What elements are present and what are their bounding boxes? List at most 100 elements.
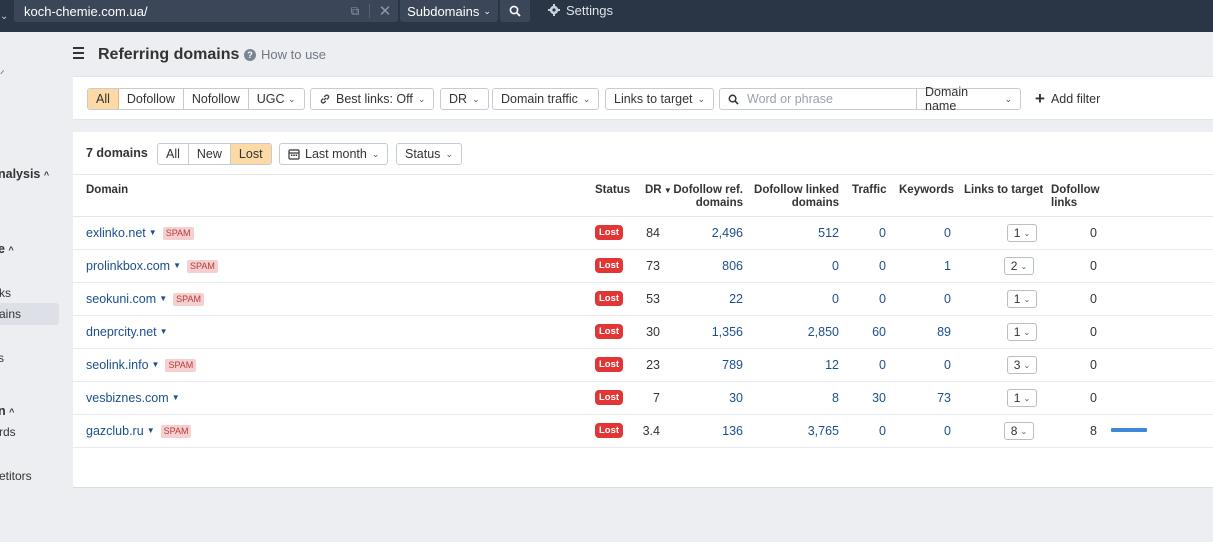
dofollow-linked-domains-value[interactable]: 512 [818, 225, 839, 241]
search-icon [509, 5, 521, 17]
domain-link[interactable]: dneprcity.net ▼ [86, 324, 168, 340]
col-status[interactable]: Status [595, 184, 630, 197]
domain-link[interactable]: vesbiznes.com ▼ [86, 390, 180, 406]
dofollow-linked-domains-value[interactable]: 0 [832, 258, 839, 274]
domain-link[interactable]: seokuni.com ▼ SPAM [86, 291, 204, 307]
links-to-target-select[interactable]: 1 ⌄ [1007, 224, 1037, 242]
traffic-value[interactable]: 30 [872, 390, 886, 406]
tab-all[interactable]: All [158, 144, 189, 164]
col-traffic[interactable]: Traffic [852, 184, 887, 197]
search-button[interactable] [500, 0, 530, 22]
period-select[interactable]: Last month ⌄ [279, 143, 389, 165]
status-filter[interactable]: Status ⌄ [396, 143, 462, 165]
keywords-value[interactable]: 1 [944, 258, 951, 274]
dofollow-ref-domains-value[interactable]: 789 [722, 357, 743, 373]
dofollow-linked-domains-value[interactable]: 3,765 [808, 423, 839, 439]
caret-down-icon[interactable]: ▼ [147, 423, 155, 439]
links-to-target-select[interactable]: 1 ⌄ [1007, 389, 1037, 407]
caret-down-icon[interactable]: ▼ [149, 225, 157, 241]
external-link-icon[interactable]: ⧉ [343, 4, 367, 19]
links-to-target-select[interactable]: 2 ⌄ [1004, 257, 1034, 275]
url-input[interactable]: koch-chemie.com.ua/ [24, 4, 343, 19]
caret-down-icon[interactable]: ▼ [152, 357, 160, 373]
sidebar-item-section[interactable]: e ^ [0, 242, 14, 256]
col-label-line: Dofollow linked [754, 184, 839, 196]
traffic-value[interactable]: 0 [879, 291, 886, 307]
traffic-value[interactable]: 60 [872, 324, 886, 340]
traffic-value[interactable]: 0 [879, 423, 886, 439]
sidebar-item-analysis[interactable]: nalysis ^ [0, 167, 49, 181]
search-scope-select[interactable]: Domain name ⌄ [917, 85, 1020, 113]
keywords-value[interactable]: 0 [944, 225, 951, 241]
traffic-value[interactable]: 0 [879, 357, 886, 373]
links-to-target-filter[interactable]: Links to target ⌄ [605, 88, 715, 110]
domain-name: dneprcity.net [86, 325, 157, 339]
chevron-down-icon: ⌄ [1020, 261, 1028, 271]
settings-button[interactable]: Settings [548, 0, 613, 20]
col-dofollow-ref-domains[interactable]: Dofollow ref. domains [673, 184, 743, 210]
best-links-filter[interactable]: Best links: Off ⌄ [310, 88, 435, 110]
caret-down-icon[interactable]: ▼ [159, 291, 167, 307]
links-to-target-select[interactable]: 1 ⌄ [1007, 290, 1037, 308]
link-type-ugc[interactable]: UGC ⌄ [249, 89, 304, 109]
dofollow-ref-domains-value[interactable]: 22 [729, 291, 743, 307]
domain-link[interactable]: prolinkbox.com ▼ SPAM [86, 258, 218, 274]
col-dr[interactable]: DR ▼ [645, 184, 672, 197]
mode-select[interactable]: Subdomains ⌄ [400, 0, 498, 22]
col-dofollow-linked-domains[interactable]: Dofollow linked domains [754, 184, 839, 210]
col-keywords[interactable]: Keywords [899, 184, 954, 197]
sidebar-item-competitors[interactable]: etitors [0, 469, 32, 483]
keywords-value[interactable]: 73 [937, 390, 951, 406]
traffic-value[interactable]: 0 [879, 225, 886, 241]
sidebar-item-keywords[interactable]: rds [0, 425, 16, 439]
caret-down-icon[interactable]: ▼ [172, 390, 180, 406]
menu-icon[interactable] [73, 47, 85, 59]
dofollow-ref-domains-value[interactable]: 806 [722, 258, 743, 274]
links-to-target-select[interactable]: 3 ⌄ [1007, 356, 1037, 374]
link-type-nofollow[interactable]: Nofollow [184, 89, 249, 109]
domain-traffic-filter[interactable]: Domain traffic ⌄ [492, 88, 600, 110]
col-dofollow-links[interactable]: Dofollow links [1051, 184, 1100, 210]
dofollow-links-value: 0 [1090, 325, 1097, 339]
col-links-to-target[interactable]: Links to target [964, 184, 1043, 197]
status-badge: Lost [595, 390, 624, 405]
dofollow-linked-domains-value[interactable]: 8 [832, 390, 839, 406]
dofollow-linked-domains-value[interactable]: 12 [825, 357, 839, 373]
section-gap [73, 121, 1213, 132]
chevron-down-icon[interactable]: ⌄ [0, 6, 8, 26]
sidebar-item-s[interactable]: s [0, 351, 4, 365]
url-box[interactable]: koch-chemie.com.ua/ ⧉ ✕ [14, 0, 398, 22]
dofollow-ref-domains-value[interactable]: 2,496 [712, 225, 743, 241]
domain-link[interactable]: seolink.info ▼ SPAM [86, 357, 197, 373]
sidebar-item-search[interactable]: n ^ [0, 404, 14, 418]
domain-link[interactable]: exlinko.net ▼ SPAM [86, 225, 194, 241]
search-input[interactable] [747, 92, 907, 106]
dofollow-linked-domains-value[interactable]: 2,850 [808, 324, 839, 340]
col-domain[interactable]: Domain [86, 184, 128, 197]
links-to-target-select[interactable]: 8 ⌄ [1004, 422, 1034, 440]
dr-filter[interactable]: DR ⌄ [440, 88, 489, 110]
keywords-value[interactable]: 0 [944, 291, 951, 307]
tab-new[interactable]: New [189, 144, 231, 164]
dofollow-ref-domains-value[interactable]: 1,356 [712, 324, 743, 340]
sidebar-item-ref-domains[interactable]: ains [0, 307, 21, 321]
tab-lost[interactable]: Lost [230, 144, 271, 164]
links-to-target-select[interactable]: 1 ⌄ [1007, 323, 1037, 341]
dofollow-ref-domains-value[interactable]: 136 [722, 423, 743, 439]
dofollow-ref-domains-value[interactable]: 30 [729, 390, 743, 406]
keywords-value[interactable]: 0 [944, 357, 951, 373]
add-filter-button[interactable]: + Add filter [1035, 88, 1100, 110]
caret-down-icon[interactable]: ▼ [160, 324, 168, 340]
keywords-value[interactable]: 0 [944, 423, 951, 439]
close-icon[interactable]: ✕ [372, 2, 398, 20]
link-type-all[interactable]: All [88, 89, 119, 109]
link-type-dofollow[interactable]: Dofollow [119, 89, 184, 109]
keywords-value[interactable]: 89 [937, 324, 951, 340]
caret-down-icon[interactable]: ▼ [173, 258, 181, 274]
search-icon[interactable]: ᐟ [0, 68, 5, 81]
sidebar-item-backlinks[interactable]: ks [0, 286, 11, 300]
dofollow-linked-domains-value[interactable]: 0 [832, 291, 839, 307]
domain-link[interactable]: gazclub.ru ▼ SPAM [86, 423, 192, 439]
traffic-value[interactable]: 0 [879, 258, 886, 274]
how-to-use-link[interactable]: ? How to use [244, 47, 326, 62]
